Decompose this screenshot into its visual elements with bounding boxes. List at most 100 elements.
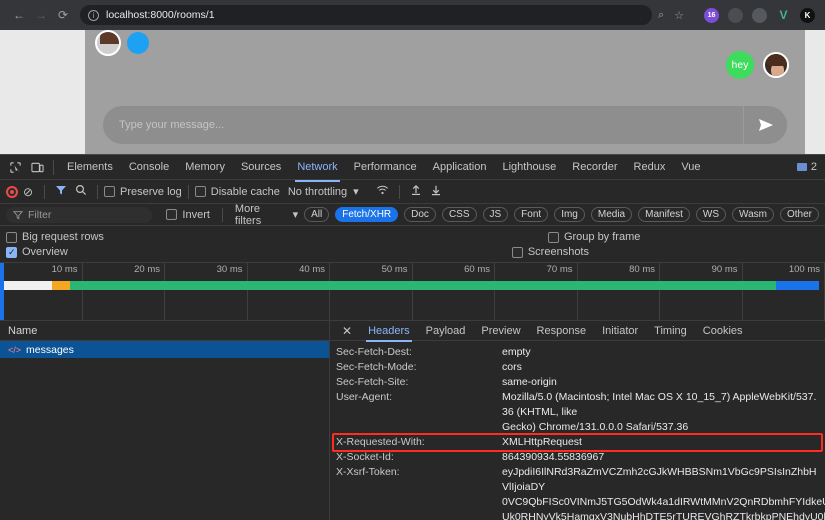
network-toolbar: ⊘ Preserve log Disable cache No throttli… bbox=[0, 180, 825, 204]
more-filters-dropdown[interactable]: More filters ▾ bbox=[235, 203, 298, 227]
tab-payload[interactable]: Payload bbox=[418, 323, 474, 339]
tab-redux[interactable]: Redux bbox=[626, 157, 674, 177]
screenshots-checkbox[interactable] bbox=[511, 246, 523, 258]
device-toolbar-icon[interactable] bbox=[26, 156, 48, 178]
preserve-log-label: Preserve log bbox=[120, 185, 182, 198]
disable-cache-checkbox[interactable] bbox=[194, 186, 206, 197]
filter-pill-media[interactable]: Media bbox=[590, 207, 633, 222]
big-request-rows-checkbox[interactable] bbox=[6, 231, 17, 243]
tab-preview[interactable]: Preview bbox=[473, 323, 528, 339]
vue-devtools-icon[interactable]: V bbox=[776, 8, 791, 23]
screenshots-toggle[interactable]: Screenshots bbox=[511, 246, 589, 258]
inspect-element-icon[interactable] bbox=[4, 156, 26, 178]
network-overview-timeline[interactable]: 10 ms 20 ms 30 ms 40 ms 50 ms 60 ms 70 m… bbox=[0, 263, 825, 321]
timeline-left-handle[interactable] bbox=[0, 263, 4, 320]
throttling-select[interactable]: No throttling ▾ bbox=[288, 185, 359, 199]
tab-performance[interactable]: Performance bbox=[346, 157, 425, 177]
network-body: Name </> messages ✕ Headers Payload Prev… bbox=[0, 321, 825, 520]
site-info-icon[interactable]: i bbox=[88, 9, 99, 21]
column-header-name: Name bbox=[8, 324, 38, 337]
import-har-icon[interactable] bbox=[406, 184, 426, 199]
invert-checkbox[interactable] bbox=[166, 209, 178, 220]
tab-recorder[interactable]: Recorder bbox=[564, 157, 625, 177]
header-value[interactable]: cors bbox=[502, 360, 522, 375]
group-by-frame-toggle[interactable]: Group by frame bbox=[547, 231, 641, 243]
message-input[interactable] bbox=[103, 119, 743, 131]
message-bubble: hey bbox=[726, 51, 754, 79]
export-har-icon[interactable] bbox=[426, 184, 446, 199]
extension-grey-2-icon[interactable] bbox=[752, 7, 767, 23]
tab-memory[interactable]: Memory bbox=[177, 157, 233, 177]
reload-button[interactable]: ⟳ bbox=[52, 4, 74, 26]
group-by-frame-label: Group by frame bbox=[563, 231, 641, 243]
filter-input[interactable]: Filter bbox=[6, 206, 153, 223]
request-list-header[interactable]: Name bbox=[0, 321, 329, 341]
preserve-log-checkbox[interactable] bbox=[104, 186, 115, 197]
reload-icon: ⟳ bbox=[57, 8, 69, 22]
tab-console[interactable]: Console bbox=[121, 157, 177, 177]
tab-lighthouse[interactable]: Lighthouse bbox=[494, 157, 564, 177]
bookmark-star-icon[interactable]: ☆ bbox=[674, 9, 684, 22]
overview-toggle[interactable]: Overview bbox=[6, 246, 68, 258]
header-value[interactable]: XMLHttpRequest bbox=[502, 435, 582, 450]
header-value[interactable]: empty bbox=[502, 345, 531, 360]
close-icon[interactable]: ✕ bbox=[334, 324, 360, 338]
timeline-tick: 100 ms bbox=[743, 263, 825, 320]
filter-pill-ws[interactable]: WS bbox=[695, 207, 727, 222]
disable-cache-toggle[interactable]: Disable cache bbox=[194, 186, 280, 198]
clear-network-log-icon[interactable]: ⊘ bbox=[18, 185, 38, 199]
extension-grey-icon[interactable] bbox=[728, 7, 743, 23]
wifi-icon[interactable] bbox=[373, 184, 393, 199]
header-value[interactable]: same-origin bbox=[502, 375, 557, 390]
preserve-log-toggle[interactable]: Preserve log bbox=[104, 186, 182, 198]
tab-elements[interactable]: Elements bbox=[59, 157, 121, 177]
back-button[interactable]: ← bbox=[8, 4, 30, 26]
record-button[interactable] bbox=[6, 185, 18, 198]
timeline-tick: 30 ms bbox=[165, 263, 248, 320]
filter-pill-font[interactable]: Font bbox=[514, 207, 549, 222]
issues-count: 2 bbox=[810, 161, 817, 173]
request-name: messages bbox=[26, 343, 74, 356]
tab-network[interactable]: Network bbox=[289, 157, 345, 182]
timeline-tick: 90 ms bbox=[660, 263, 743, 320]
header-value[interactable]: 864390934.55836967 bbox=[502, 450, 604, 465]
forward-icon: → bbox=[35, 8, 47, 22]
search-icon[interactable] bbox=[71, 184, 91, 199]
profile-avatar[interactable]: K bbox=[800, 7, 815, 23]
overview-checkbox[interactable] bbox=[6, 246, 17, 258]
filter-pill-wasm[interactable]: Wasm bbox=[732, 207, 774, 222]
table-row[interactable]: </> messages bbox=[0, 341, 329, 358]
search-icon[interactable]: ⌕ bbox=[658, 9, 664, 22]
tab-cookies[interactable]: Cookies bbox=[695, 323, 751, 339]
filter-pill-other[interactable]: Other bbox=[779, 207, 819, 222]
invert-toggle[interactable]: Invert bbox=[166, 209, 210, 221]
filter-toggle-icon[interactable] bbox=[51, 184, 71, 199]
filter-pill-fetch-xhr[interactable]: Fetch/XHR bbox=[335, 207, 399, 222]
tab-timing[interactable]: Timing bbox=[646, 323, 695, 339]
more-filters-label: More filters bbox=[234, 202, 262, 227]
tab-vue[interactable]: Vue bbox=[673, 157, 708, 177]
tab-sources[interactable]: Sources bbox=[233, 157, 289, 177]
filter-pill-all[interactable]: All bbox=[304, 207, 330, 222]
filter-pill-manifest[interactable]: Manifest bbox=[638, 207, 690, 222]
filter-pill-doc[interactable]: Doc bbox=[404, 207, 436, 222]
filter-pill-img[interactable]: Img bbox=[554, 207, 585, 222]
tab-application[interactable]: Application bbox=[425, 157, 495, 177]
issues-badge[interactable]: 2 bbox=[796, 161, 817, 173]
send-button[interactable] bbox=[743, 106, 787, 144]
message-row-outgoing: hey bbox=[726, 51, 789, 79]
tab-response[interactable]: Response bbox=[529, 323, 595, 339]
header-value[interactable]: eyJpdiI6IlNRd3RaZmVCZmh2cGJkWHBBSNm1VbGc… bbox=[502, 465, 819, 495]
big-request-rows-toggle[interactable]: Big request rows bbox=[6, 231, 104, 243]
headers-list: Sec-Fetch-Dest: empty Sec-Fetch-Mode: co… bbox=[330, 341, 825, 520]
timing-segment-queueing bbox=[4, 281, 52, 290]
filter-pill-js[interactable]: JS bbox=[482, 207, 509, 222]
extension-purple-icon[interactable]: 16 bbox=[704, 7, 719, 23]
address-bar[interactable]: i localhost:8000/rooms/1 bbox=[80, 5, 652, 25]
tab-initiator[interactable]: Initiator bbox=[594, 323, 646, 339]
filter-pill-css[interactable]: CSS bbox=[441, 207, 477, 222]
header-value[interactable]: Mozilla/5.0 (Macintosh; Intel Mac OS X 1… bbox=[502, 390, 819, 420]
tab-headers[interactable]: Headers bbox=[360, 323, 418, 342]
forward-button[interactable]: → bbox=[30, 4, 52, 26]
group-by-frame-checkbox[interactable] bbox=[547, 231, 559, 243]
